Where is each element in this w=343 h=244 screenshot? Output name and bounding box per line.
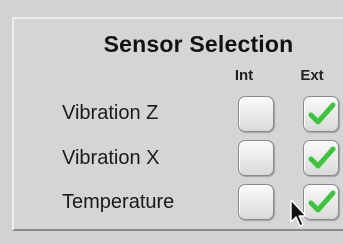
check-icon: [308, 102, 336, 125]
check-icon: [308, 146, 336, 169]
temperature-int-checkbox[interactable]: [238, 184, 274, 220]
vibration-x-ext-checkbox[interactable]: [303, 140, 339, 176]
row-label-vibration-x: Vibration X: [62, 147, 160, 169]
check-icon: [308, 190, 336, 213]
vibration-z-ext-checkbox[interactable]: [303, 96, 339, 132]
row-label-vibration-z: Vibration Z: [62, 102, 159, 124]
column-header-int: Int: [234, 67, 254, 84]
row-label-temperature: Temperature: [62, 191, 175, 213]
vibration-x-int-checkbox[interactable]: [238, 140, 274, 176]
screen: Sensor Selection Int Ext Vibration Z Vib…: [0, 0, 343, 244]
temperature-ext-checkbox[interactable]: [303, 184, 339, 220]
panel-title: Sensor Selection: [103, 31, 294, 57]
sensor-selection-panel: Sensor Selection Int Ext Vibration Z Vib…: [12, 17, 343, 231]
vibration-z-int-checkbox[interactable]: [238, 96, 274, 132]
column-header-ext: Ext: [300, 67, 324, 84]
